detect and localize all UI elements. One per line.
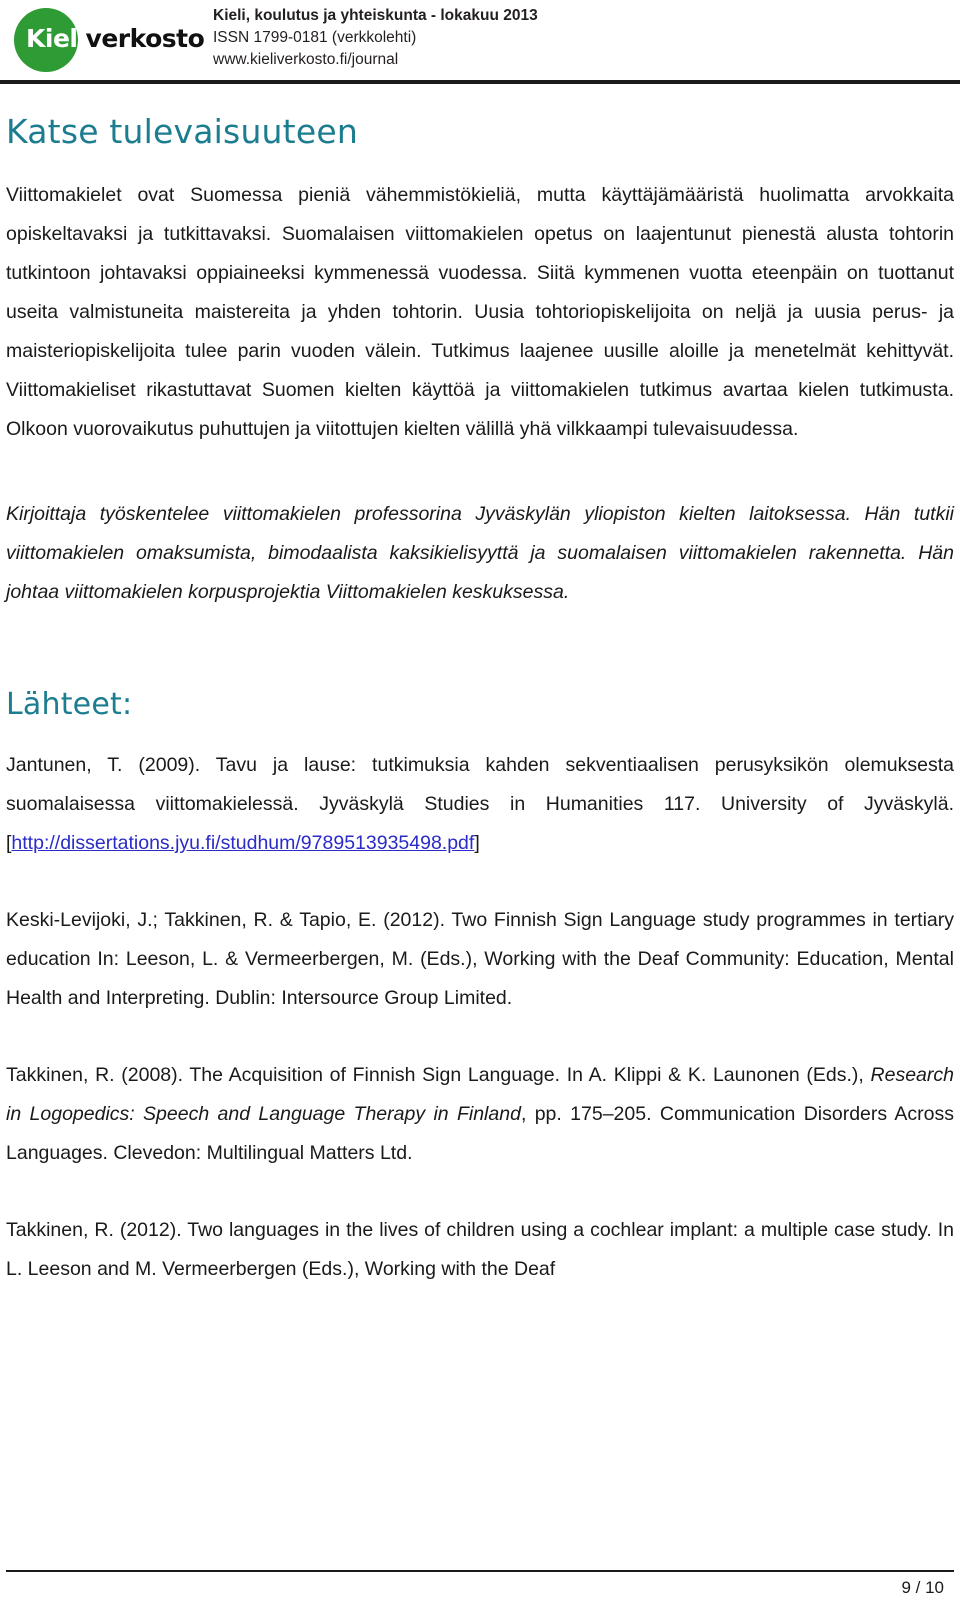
page-title: Katse tulevaisuuteen: [6, 112, 358, 151]
logo-wordmark: Kieliverkosto: [26, 24, 205, 54]
references-heading: Lähteet:: [6, 687, 133, 722]
author-note-paragraph: Kirjoittaja työskentelee viittomakielen …: [6, 503, 954, 603]
masthead-divider: [0, 80, 960, 84]
footer-divider: [6, 1570, 954, 1572]
reference-gap-2: [6, 1018, 954, 1056]
article-content: Katse tulevaisuuteen Viittomakielet ovat…: [6, 112, 954, 1289]
reference-item-1: Jantunen, T. (2009). Tavu ja lause: tutk…: [6, 746, 954, 863]
reference-1-text-after-link: ]: [474, 832, 480, 854]
article-body-paragraph: Viittomakielet ovat Suomessa pieniä vähe…: [6, 184, 954, 440]
reference-gap-1: [6, 863, 954, 901]
reference-3-text-part1: Takkinen, R. (2008). The Acquisition of …: [6, 1064, 871, 1086]
reference-item-3: Takkinen, R. (2008). The Acquisition of …: [6, 1056, 954, 1173]
masthead: Kieliverkosto Kieli, koulutus ja yhteisk…: [0, 0, 960, 84]
kieliverkosto-logo: Kieliverkosto: [8, 6, 205, 72]
journal-issue-line: Kieli, koulutus ja yhteiskunta - lokakuu…: [213, 7, 538, 24]
reference-item-4: Takkinen, R. (2012). Two languages in th…: [6, 1219, 954, 1280]
reference-item-2: Keski-Levijoki, J.; Takkinen, R. & Tapio…: [6, 909, 954, 1009]
dissertation-pdf-link[interactable]: http://dissertations.jyu.fi/studhum/9789…: [11, 832, 474, 854]
masthead-text-block: Kieli, koulutus ja yhteiskunta - lokakuu…: [213, 5, 538, 71]
issn-line: ISSN 1799-0181 (verkkolehti): [213, 29, 417, 46]
logo-word-kieli: Kieli: [26, 24, 86, 53]
journal-url-line: www.kieliverkosto.fi/journal: [213, 51, 399, 68]
logo-word-verkosto: verkosto: [85, 24, 205, 53]
page-number: 9 / 10: [901, 1578, 944, 1597]
page-footer: 9 / 10: [6, 1570, 954, 1598]
document-page: Kieliverkosto Kieli, koulutus ja yhteisk…: [0, 0, 960, 1612]
reference-gap-3: [6, 1173, 954, 1211]
